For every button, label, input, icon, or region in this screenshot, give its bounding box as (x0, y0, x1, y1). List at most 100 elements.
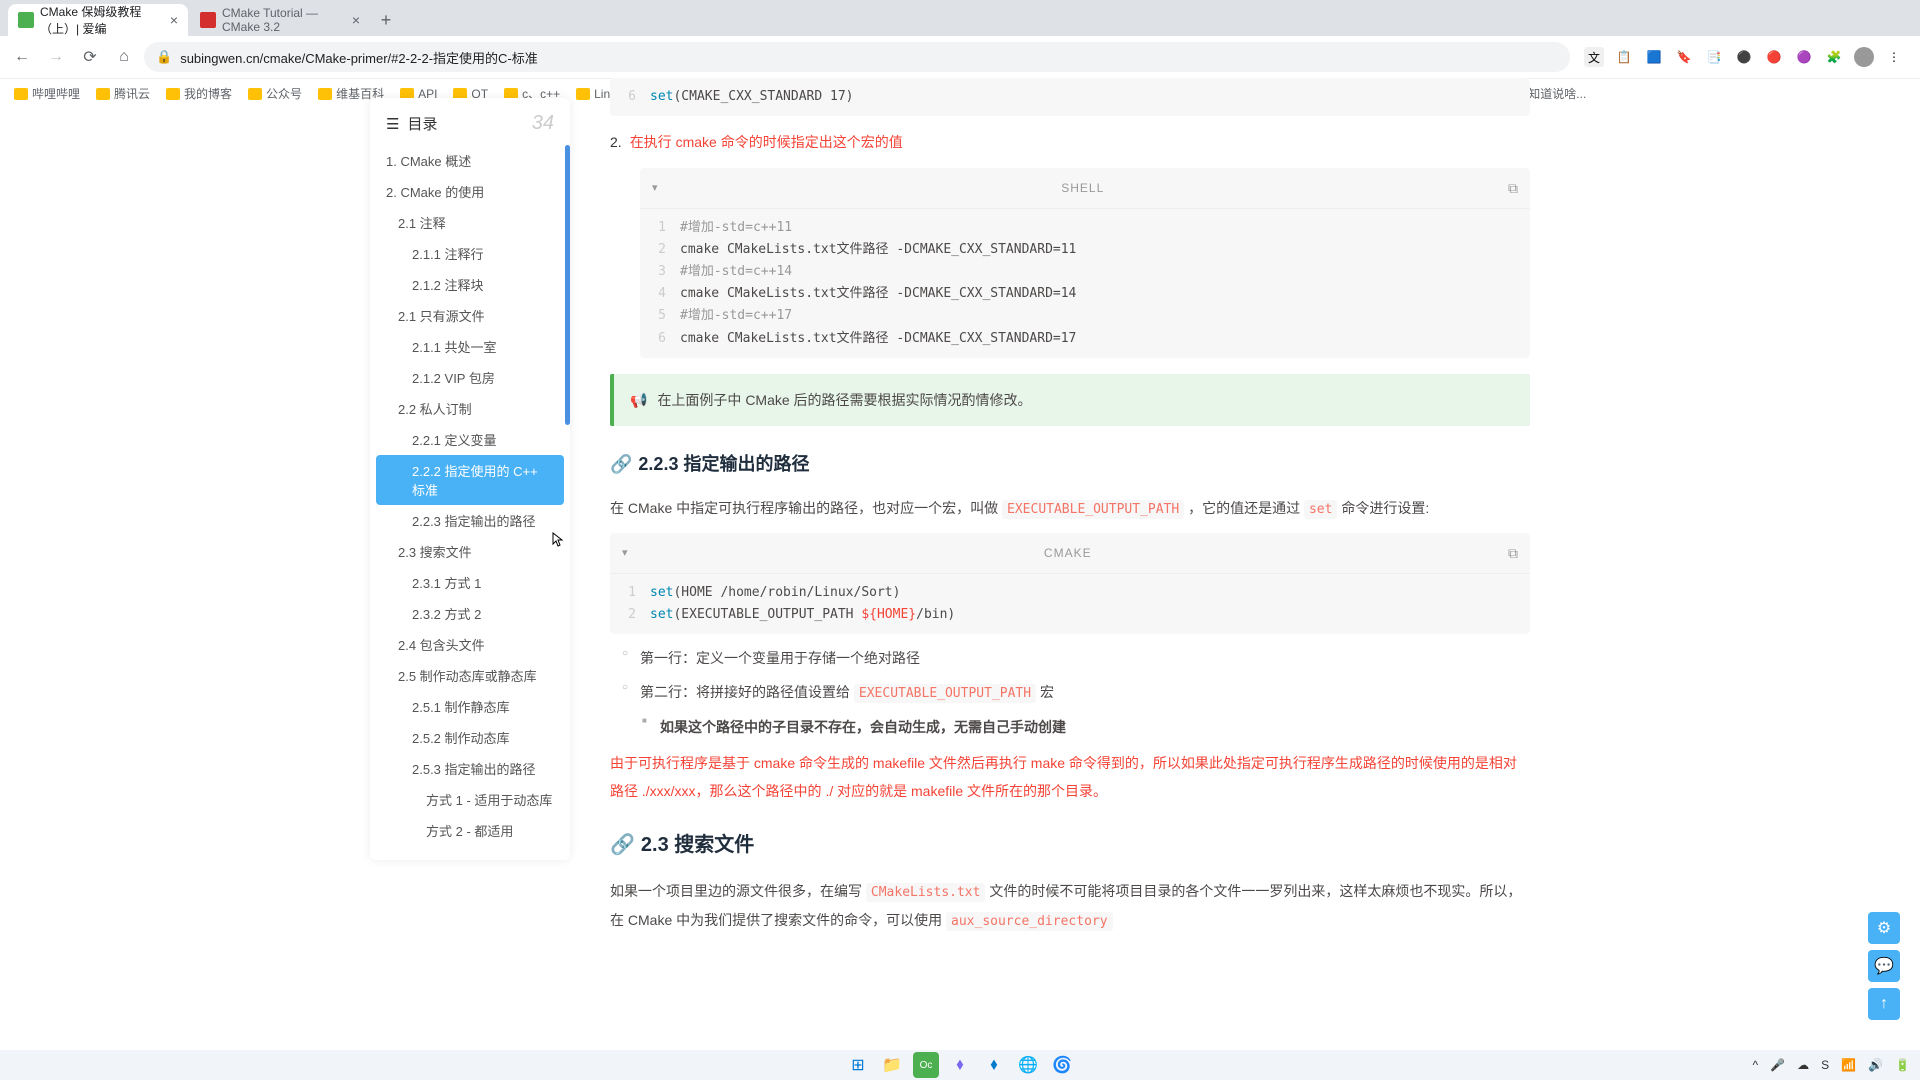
toc-item[interactable]: 2.5 制作动态库或静态库 (370, 660, 570, 691)
chevron-up-icon[interactable]: ^ (1753, 1058, 1759, 1072)
inline-code: set (1304, 500, 1337, 519)
favicon-icon (18, 12, 34, 28)
anchor-icon[interactable]: 🔗 (610, 825, 635, 865)
bullet-list: 第一行：定义一个变量用于存储一个绝对路径 第二行：将拼接好的路径值设置给 EXE… (640, 644, 1530, 741)
inline-code: CMakeLists.txt (866, 883, 986, 902)
tab-title: CMake 保姆级教程（上）| 爱编 (40, 3, 160, 37)
menu-icon: ☰ (386, 115, 399, 133)
mic-icon[interactable]: 🎤 (1770, 1058, 1785, 1072)
toc-item[interactable]: 2.1 注释 (370, 207, 570, 238)
chat-button[interactable]: 💬 (1868, 950, 1900, 982)
close-icon[interactable]: × (352, 12, 360, 28)
scroll-top-button[interactable]: ↑ (1868, 988, 1900, 1020)
ext-icon[interactable]: ⚫ (1734, 47, 1754, 67)
ext-icon[interactable]: 🔖 (1674, 47, 1694, 67)
toc-item[interactable]: 2.1.1 共处一室 (370, 331, 570, 362)
start-button[interactable]: ⊞ (845, 1052, 871, 1078)
toc-item[interactable]: 1. CMake 概述 (370, 145, 570, 176)
extensions-icon[interactable]: 🧩 (1824, 47, 1844, 67)
ext-icon[interactable]: 文 (1584, 47, 1604, 67)
edge-icon[interactable]: 🌀 (1049, 1052, 1075, 1078)
toc-item[interactable]: 方式 2 - 都适用 (370, 815, 570, 846)
toc-item[interactable]: 2.1.1 注释行 (370, 238, 570, 269)
new-tab-button[interactable]: + (372, 4, 400, 36)
wifi-icon[interactable]: 📶 (1841, 1058, 1856, 1072)
toc-item[interactable]: 2. CMake 的使用 (370, 176, 570, 207)
inline-code: EXECUTABLE_OUTPUT_PATH (1002, 500, 1184, 519)
ext-icon[interactable]: 🟦 (1644, 47, 1664, 67)
favicon-icon (200, 12, 216, 28)
toc-item[interactable]: 2.2.1 定义变量 (370, 424, 570, 455)
menu-icon[interactable]: ⋮ (1884, 47, 1904, 67)
toc-item[interactable]: 2.2.3 指定输出的路径 (370, 505, 570, 536)
toc-item[interactable]: 2.1.2 注释块 (370, 269, 570, 300)
toc-item[interactable]: 2.1 只有源文件 (370, 300, 570, 331)
cursor-icon (552, 532, 568, 548)
windows-taskbar: ⊞ 📁 Oc ⬧ ⬧ 🌐 🌀 ^ 🎤 ☁ S 📶 🔊 🔋 (0, 1050, 1920, 1080)
vs-icon[interactable]: ⬧ (947, 1052, 973, 1078)
onedrive-icon[interactable]: ☁ (1797, 1058, 1809, 1072)
scrollbar-thumb[interactable] (565, 145, 570, 425)
toc-item[interactable]: 2.5.2 制作动态库 (370, 722, 570, 753)
ext-icon[interactable]: 📋 (1614, 47, 1634, 67)
address-input[interactable]: 🔒 subingwen.cn/cmake/CMake-primer/#2-2-2… (144, 42, 1570, 72)
article-content[interactable]: 6set(CMAKE_CXX_STANDARD 17) 2. 在执行 cmake… (580, 78, 1560, 1050)
toc-item[interactable]: 2.2.2 指定使用的 C++ 标准 (376, 455, 564, 505)
battery-icon[interactable]: 🔋 (1895, 1058, 1910, 1072)
back-button[interactable]: ← (8, 43, 36, 71)
code-block-cmake: ▾ CMAKE ⧉ 1set(HOME /home/robin/Linux/So… (610, 533, 1530, 634)
lock-icon: 🔒 (156, 49, 172, 65)
file-explorer-icon[interactable]: 📁 (879, 1052, 905, 1078)
toc-item[interactable]: 2.4 包含头文件 (370, 629, 570, 660)
toc-item[interactable]: 方式 1 - 适用于动态库 (370, 784, 570, 815)
anchor-icon[interactable]: 🔗 (610, 446, 632, 482)
profile-avatar[interactable] (1854, 47, 1874, 67)
toc-card: ☰ 目录 34 1. CMake 概述2. CMake 的使用2.1 注释2.1… (370, 98, 570, 860)
inline-code: EXECUTABLE_OUTPUT_PATH (854, 684, 1036, 703)
volume-icon[interactable]: 🔊 (1868, 1058, 1883, 1072)
paragraph: 在 CMake 中指定可执行程序输出的路径，也对应一个宏，叫做 EXECUTAB… (610, 494, 1530, 523)
sidebar: ☰ 目录 34 1. CMake 概述2. CMake 的使用2.1 注释2.1… (360, 78, 580, 1050)
toc-item[interactable]: 2.3.2 方式 2 (370, 598, 570, 629)
browser-tab-1[interactable]: CMake 保姆级教程（上）| 爱编 × (8, 4, 188, 36)
code-block-shell: ▾ SHELL ⧉ 1#增加-std=c++112cmake CMakeList… (640, 168, 1530, 358)
extension-icons: 文 📋 🟦 🔖 📑 ⚫ 🔴 🟣 🧩 ⋮ (1576, 47, 1912, 67)
inline-code: aux_source_directory (946, 912, 1113, 931)
list-text: 在执行 cmake 命令的时候指定出这个宏的值 (630, 128, 903, 156)
toc-item[interactable]: 2.1.2 VIP 包房 (370, 362, 570, 393)
note-text: 在上面例子中 CMake 后的路径需要根据实际情况酌情修改。 (657, 386, 1031, 414)
tray-icon[interactable]: S (1821, 1058, 1829, 1072)
app-icon[interactable]: Oc (913, 1052, 939, 1078)
vscode-icon[interactable]: ⬧ (981, 1052, 1007, 1078)
page-viewport: ☰ 目录 34 1. CMake 概述2. CMake 的使用2.1 注释2.1… (0, 78, 1920, 1050)
toc-item[interactable]: 2.3 搜索文件 (370, 536, 570, 567)
browser-tab-2[interactable]: CMake Tutorial — CMake 3.2 × (190, 4, 370, 36)
copy-icon[interactable]: ⧉ (1508, 174, 1518, 202)
home-button[interactable]: ⌂ (110, 43, 138, 71)
tab-title: CMake Tutorial — CMake 3.2 (222, 6, 342, 34)
toc-list: 1. CMake 概述2. CMake 的使用2.1 注释2.1.1 注释行2.… (370, 145, 570, 846)
ext-icon[interactable]: 🟣 (1794, 47, 1814, 67)
toc-item[interactable]: 2.5.3 指定输出的路径 (370, 753, 570, 784)
toc-item[interactable]: 2.5.1 制作静态库 (370, 691, 570, 722)
copy-icon[interactable]: ⧉ (1508, 539, 1518, 567)
close-icon[interactable]: × (170, 12, 178, 28)
paragraph: 如果一个项目里边的源文件很多，在编写 CMakeLists.txt 文件的时候不… (610, 877, 1530, 935)
toc-item[interactable]: 2.2 私人订制 (370, 393, 570, 424)
system-tray[interactable]: ^ 🎤 ☁ S 📶 🔊 🔋 (1753, 1058, 1910, 1072)
ext-icon[interactable]: 🔴 (1764, 47, 1784, 67)
url-text: subingwen.cn/cmake/CMake-primer/#2-2-2-指… (180, 48, 538, 67)
note-box: 📢 在上面例子中 CMake 后的路径需要根据实际情况酌情修改。 (610, 374, 1530, 426)
address-bar-row: ← → ⟳ ⌂ 🔒 subingwen.cn/cmake/CMake-prime… (0, 36, 1920, 78)
reload-button[interactable]: ⟳ (76, 43, 104, 71)
toc-item[interactable]: 2.3.1 方式 1 (370, 567, 570, 598)
tab-bar: CMake 保姆级教程（上）| 爱编 × CMake Tutorial — CM… (0, 0, 1920, 36)
list-item: 第一行：定义一个变量用于存储一个绝对路径 (640, 644, 1530, 672)
ext-icon[interactable]: 📑 (1704, 47, 1724, 67)
bullhorn-icon: 📢 (630, 386, 647, 414)
forward-button[interactable]: → (42, 43, 70, 71)
gear-button[interactable]: ⚙ (1868, 912, 1900, 944)
heading-23: 🔗 2.3 搜索文件 (610, 825, 1530, 865)
paragraph-warning: 由于可执行程序是基于 cmake 命令生成的 makefile 文件然后再执行 … (610, 749, 1530, 805)
chrome-icon[interactable]: 🌐 (1015, 1052, 1041, 1078)
